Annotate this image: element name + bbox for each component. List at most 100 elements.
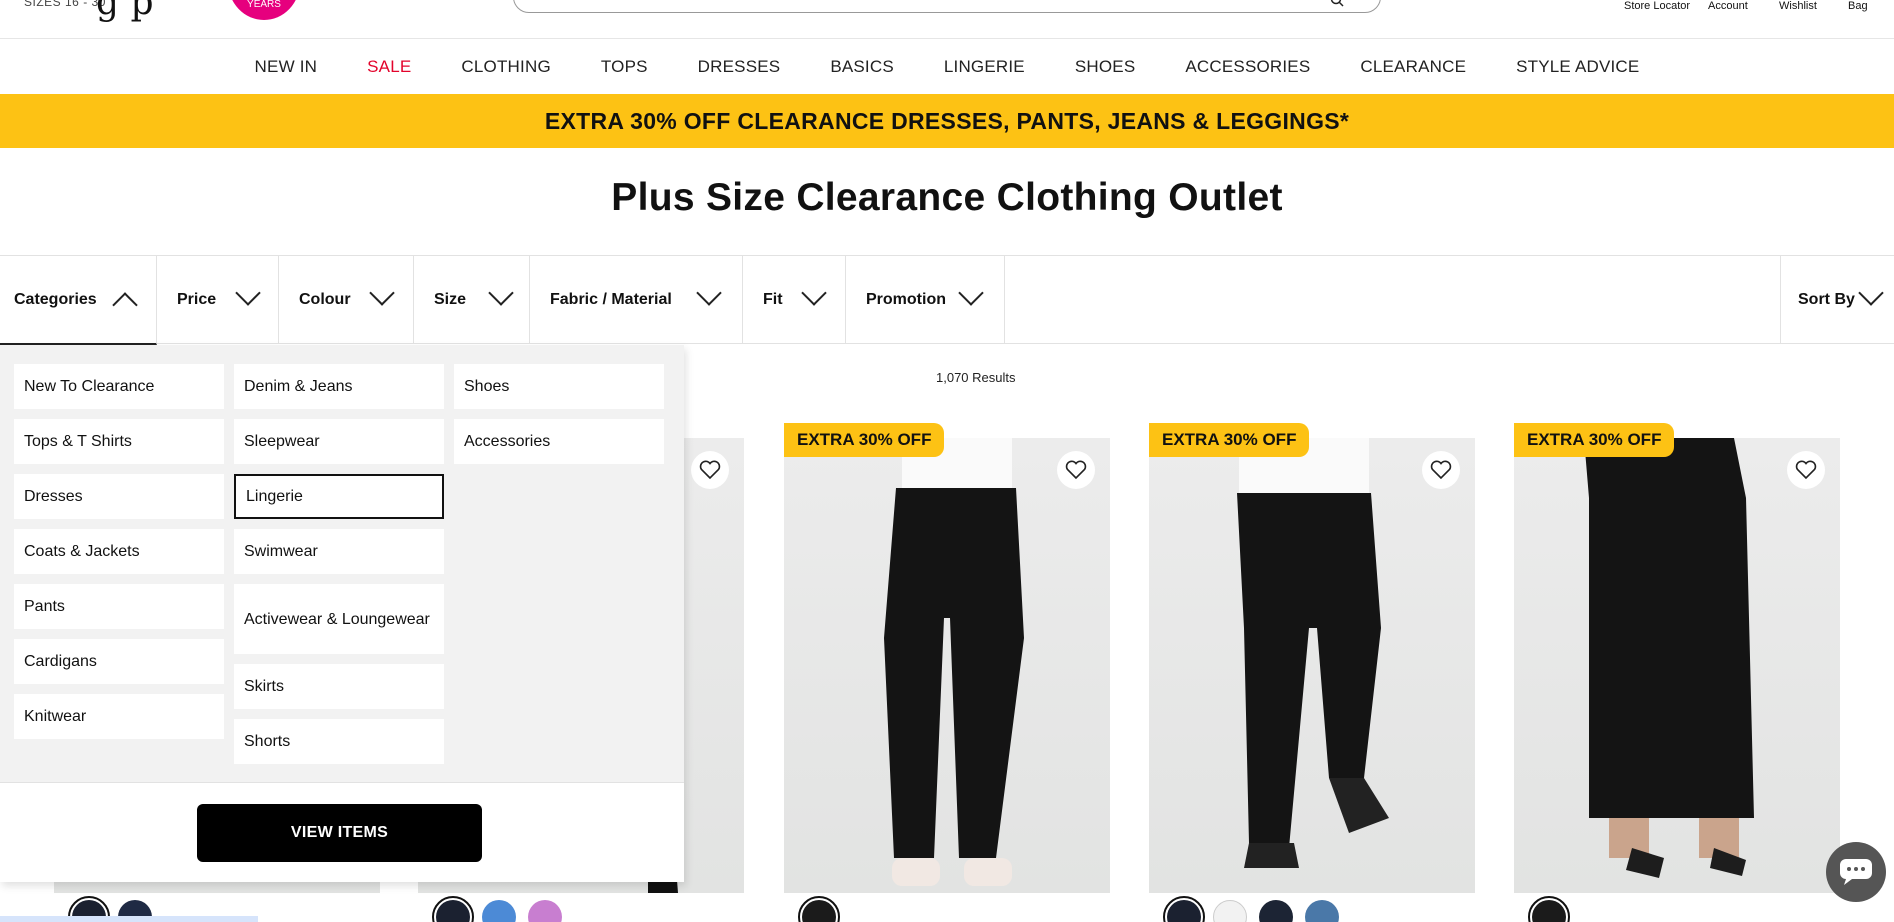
- nav-basics[interactable]: BASICS: [805, 57, 919, 77]
- filter-label: Fit: [763, 291, 783, 308]
- category-activewear-loungewear[interactable]: Activewear & Loungewear: [234, 584, 444, 654]
- nav-style-advice[interactable]: STYLE ADVICE: [1491, 57, 1664, 77]
- cookie-bar-edge: [0, 916, 258, 922]
- chevron-up-icon: [112, 292, 138, 318]
- years-badge: YEARS: [228, 0, 300, 20]
- store-locator-link[interactable]: Store Locator: [1624, 0, 1690, 12]
- nav-sale[interactable]: SALE: [342, 57, 436, 77]
- color-swatch[interactable]: [1528, 896, 1570, 922]
- wishlist-heart-icon[interactable]: [1422, 451, 1460, 489]
- filter-categories[interactable]: Categories: [0, 256, 157, 345]
- chevron-down-icon: [488, 280, 514, 306]
- wishlist-heart-icon[interactable]: [1787, 451, 1825, 489]
- product-card[interactable]: EXTRA 30% OFF: [1149, 423, 1475, 893]
- sort-by-label: Sort By: [1798, 291, 1855, 308]
- product-card[interactable]: EXTRA 30% OFF: [1514, 423, 1840, 893]
- main-nav: NEW IN SALE CLOTHING TOPS DRESSES BASICS…: [0, 38, 1894, 94]
- skirt-illustration: [1584, 438, 1754, 878]
- brand-sizes: SIZES 16 - 30: [24, 0, 106, 9]
- color-swatch[interactable]: [482, 900, 516, 922]
- product-image[interactable]: [1514, 438, 1840, 893]
- filter-fabric[interactable]: Fabric / Material: [530, 256, 743, 344]
- promo-badge: EXTRA 30% OFF: [784, 423, 945, 457]
- color-swatches: [798, 896, 840, 922]
- category-accessories[interactable]: Accessories: [454, 419, 664, 464]
- chevron-down-icon: [696, 280, 722, 306]
- promo-banner[interactable]: EXTRA 30% OFF CLEARANCE DRESSES, PANTS, …: [0, 94, 1894, 148]
- filter-bar: Categories Price Colour Size Fabric / Ma…: [0, 255, 1894, 345]
- color-swatches: [1528, 896, 1570, 922]
- color-swatches: [1163, 896, 1339, 922]
- filter-size[interactable]: Size: [414, 256, 530, 344]
- chat-bubble-icon: [1840, 859, 1872, 885]
- search-input[interactable]: [513, 0, 1381, 13]
- filter-label: Fabric / Material: [550, 291, 672, 308]
- nav-lingerie[interactable]: LINGERIE: [919, 57, 1050, 77]
- chevron-down-icon: [369, 280, 395, 306]
- category-dropdown: New To Clearance Tops & T Shirts Dresses…: [0, 345, 684, 882]
- years-badge-label: YEARS: [247, 0, 281, 10]
- nav-accessories[interactable]: ACCESSORIES: [1160, 57, 1335, 77]
- chevron-down-icon: [235, 280, 261, 306]
- promo-badge: EXTRA 30% OFF: [1149, 423, 1310, 457]
- account-link[interactable]: Account: [1708, 0, 1748, 12]
- bag-link[interactable]: Bag: [1848, 0, 1868, 12]
- category-pants[interactable]: Pants: [14, 584, 224, 629]
- product-image[interactable]: [1149, 438, 1475, 893]
- category-sleepwear[interactable]: Sleepwear: [234, 419, 444, 464]
- wishlist-heart-icon[interactable]: [1057, 451, 1095, 489]
- product-image[interactable]: [784, 438, 1110, 893]
- chat-widget-button[interactable]: [1826, 842, 1886, 902]
- wishlist-link[interactable]: Wishlist: [1779, 0, 1817, 12]
- nav-clearance[interactable]: CLEARANCE: [1335, 57, 1491, 77]
- sort-by-button[interactable]: Sort By: [1780, 256, 1894, 344]
- color-swatch[interactable]: [1305, 900, 1339, 922]
- page-title: Plus Size Clearance Clothing Outlet: [611, 176, 1283, 219]
- filter-promotion[interactable]: Promotion: [846, 256, 1005, 344]
- category-dresses[interactable]: Dresses: [14, 474, 224, 519]
- filter-fit[interactable]: Fit: [743, 256, 846, 344]
- site-header: SIZES 16 - 30 g p YEARS Store Locator Ac…: [0, 0, 1894, 38]
- category-shoes[interactable]: Shoes: [454, 364, 664, 409]
- filter-colour[interactable]: Colour: [279, 256, 414, 344]
- category-tops-t-shirts[interactable]: Tops & T Shirts: [14, 419, 224, 464]
- chevron-down-icon: [958, 280, 984, 306]
- filter-label: Categories: [14, 290, 97, 308]
- nav-clothing[interactable]: CLOTHING: [436, 57, 575, 77]
- filter-label: Colour: [299, 291, 351, 308]
- category-denim-jeans[interactable]: Denim & Jeans: [234, 364, 444, 409]
- color-swatch[interactable]: [432, 896, 474, 922]
- category-cardigans[interactable]: Cardigans: [14, 639, 224, 684]
- color-swatch[interactable]: [1259, 900, 1293, 922]
- nav-tops[interactable]: TOPS: [576, 57, 673, 77]
- chevron-down-icon: [1858, 280, 1884, 306]
- brand-logo[interactable]: g p: [96, 0, 154, 23]
- wishlist-heart-icon[interactable]: [691, 451, 729, 489]
- jogger-pants-illustration: [884, 438, 1024, 886]
- category-skirts[interactable]: Skirts: [234, 664, 444, 709]
- color-swatch[interactable]: [1163, 896, 1205, 922]
- view-items-button[interactable]: VIEW ITEMS: [197, 804, 482, 862]
- chevron-down-icon: [801, 280, 827, 306]
- search-icon[interactable]: [1330, 0, 1344, 7]
- product-card[interactable]: EXTRA 30% OFF: [784, 423, 1110, 893]
- category-lingerie[interactable]: Lingerie: [234, 474, 444, 519]
- category-new-to-clearance[interactable]: New To Clearance: [14, 364, 224, 409]
- capri-pants-illustration: [1237, 438, 1389, 868]
- nav-shoes[interactable]: SHOES: [1050, 57, 1161, 77]
- nav-dresses[interactable]: DRESSES: [673, 57, 806, 77]
- category-knitwear[interactable]: Knitwear: [14, 694, 224, 739]
- color-swatch[interactable]: [1213, 900, 1247, 922]
- promo-badge: EXTRA 30% OFF: [1514, 423, 1675, 457]
- filter-label: Price: [177, 291, 217, 308]
- category-coats-jackets[interactable]: Coats & Jackets: [14, 529, 224, 574]
- category-swimwear[interactable]: Swimwear: [234, 529, 444, 574]
- category-shorts[interactable]: Shorts: [234, 719, 444, 764]
- color-swatch[interactable]: [528, 900, 562, 922]
- color-swatch[interactable]: [798, 896, 840, 922]
- filter-price[interactable]: Price: [157, 256, 279, 344]
- filter-label: Size: [434, 291, 467, 308]
- nav-new-in[interactable]: NEW IN: [230, 57, 343, 77]
- filter-label: Promotion: [866, 291, 946, 308]
- color-swatches: [432, 896, 562, 922]
